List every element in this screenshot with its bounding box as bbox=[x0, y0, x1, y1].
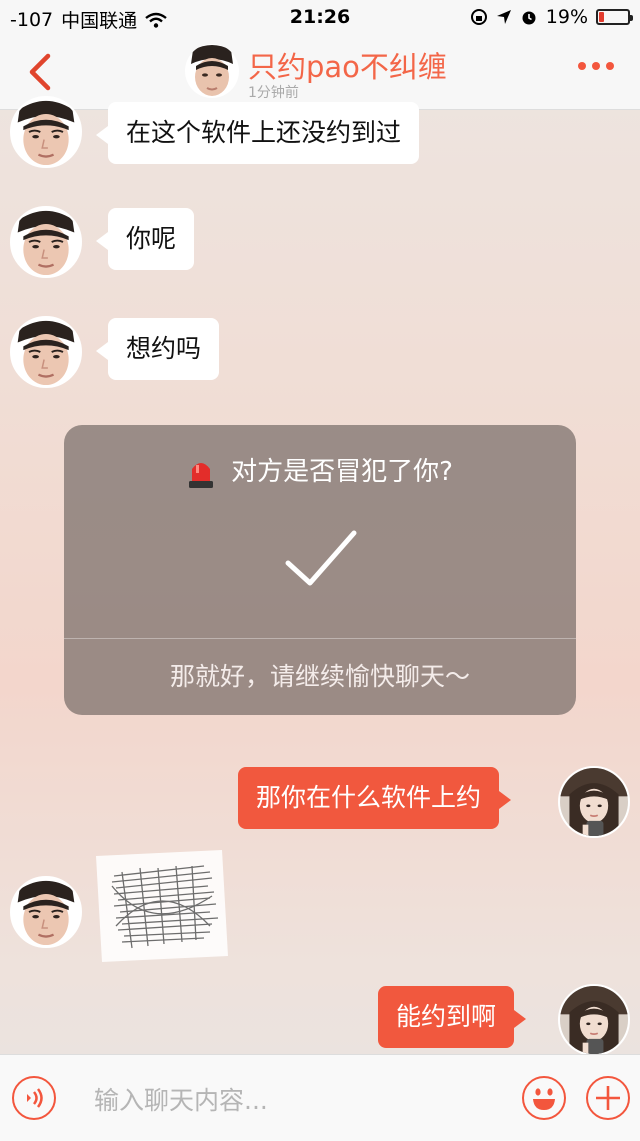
message-bubble-incoming[interactable]: 你呢 bbox=[95, 208, 195, 270]
alarm-icon bbox=[522, 11, 536, 25]
location-arrow-icon bbox=[496, 10, 511, 24]
back-chevron-icon[interactable] bbox=[22, 50, 62, 94]
message-bubble-incoming[interactable]: 在这个软件上还没约到过 bbox=[95, 102, 420, 164]
checkmark-icon[interactable] bbox=[282, 525, 360, 595]
contact-avatar[interactable] bbox=[185, 44, 239, 98]
message-text: 那你在什么软件上约 bbox=[256, 783, 482, 812]
message-input[interactable]: 输入聊天内容... bbox=[94, 1081, 268, 1117]
message-bubble-outgoing[interactable]: 能约到啊 bbox=[378, 986, 527, 1048]
emoji-button[interactable] bbox=[522, 1076, 566, 1120]
chat-header: 只约pao不纠缠 1分钟前 bbox=[0, 36, 640, 110]
user-avatar[interactable] bbox=[558, 766, 630, 838]
battery-fill bbox=[599, 12, 605, 22]
report-question-text: 对方是否冒犯了你? bbox=[231, 457, 453, 487]
dot bbox=[592, 62, 600, 70]
message-input-bar: 输入聊天内容... bbox=[0, 1054, 640, 1141]
message-bubble-outgoing[interactable]: 那你在什么软件上约 bbox=[238, 767, 512, 829]
orientation-lock-icon bbox=[470, 9, 487, 25]
contact-avatar[interactable] bbox=[10, 876, 82, 948]
battery-percent: 19% bbox=[545, 6, 588, 28]
contact-avatar[interactable] bbox=[10, 206, 82, 278]
dot bbox=[578, 62, 586, 70]
contact-avatar[interactable] bbox=[10, 96, 82, 168]
add-attachment-button[interactable] bbox=[586, 1076, 630, 1120]
message-bubble-incoming[interactable]: 想约吗 bbox=[95, 318, 220, 380]
smiley-icon bbox=[533, 1088, 555, 1110]
report-question: 对方是否冒犯了你? bbox=[64, 451, 576, 489]
message-text: 你呢 bbox=[126, 224, 177, 253]
message-text: 想约吗 bbox=[126, 334, 202, 363]
contact-name[interactable]: 只约pao不纠缠 bbox=[248, 44, 447, 86]
voice-input-button[interactable] bbox=[12, 1076, 56, 1120]
report-feedback-dialog: 对方是否冒犯了你? 那就好，请继续愉快聊天～ bbox=[64, 425, 576, 715]
redacted-message-scribble[interactable] bbox=[92, 846, 230, 964]
last-active-time: 1分钟前 bbox=[248, 85, 299, 101]
plus-icon bbox=[596, 1086, 620, 1110]
voice-icon bbox=[27, 1088, 43, 1108]
alarm-light-icon bbox=[187, 457, 215, 489]
message-text: 能约到啊 bbox=[396, 1002, 497, 1031]
status-bar: -107 中国联通 21:26 19% bbox=[0, 0, 640, 36]
divider bbox=[64, 638, 576, 639]
dot bbox=[606, 62, 614, 70]
contact-avatar[interactable] bbox=[10, 316, 82, 388]
battery-icon bbox=[596, 9, 633, 25]
more-options-icon[interactable] bbox=[578, 62, 614, 70]
report-reply-text[interactable]: 那就好，请继续愉快聊天～ bbox=[64, 657, 576, 693]
user-avatar[interactable] bbox=[558, 984, 630, 1056]
message-text: 在这个软件上还没约到过 bbox=[126, 118, 402, 147]
